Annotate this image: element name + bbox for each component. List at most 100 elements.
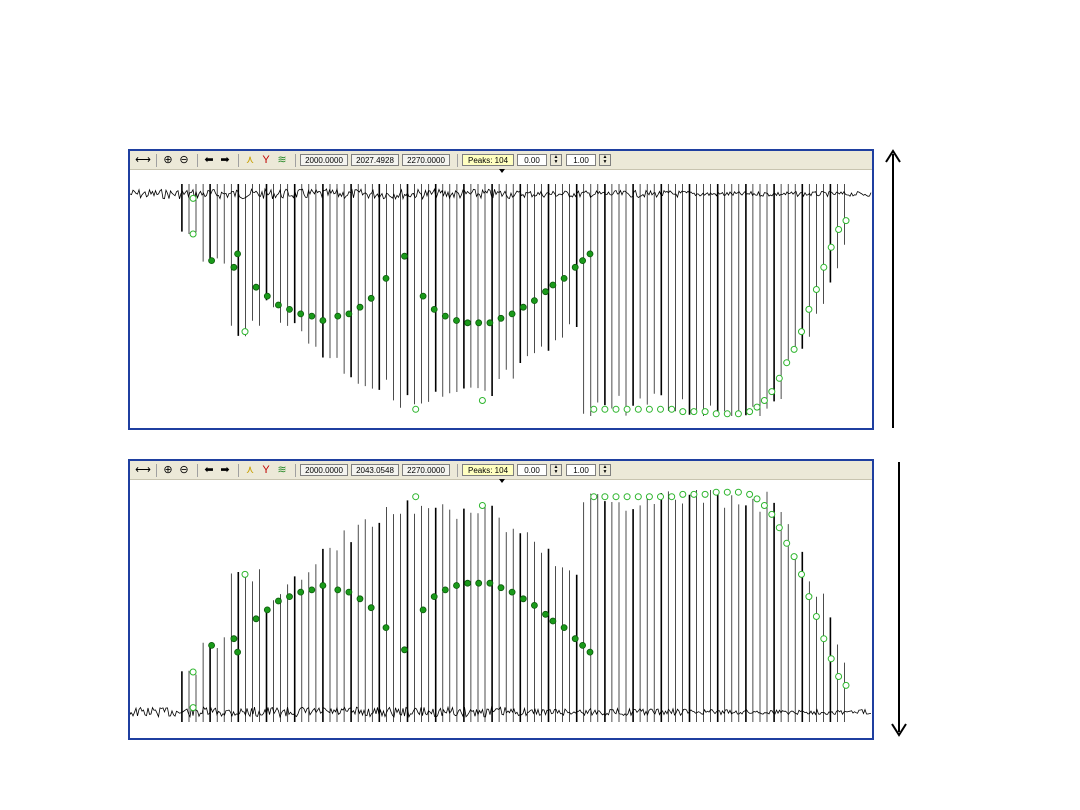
offset-spinner[interactable]: ▲ ▼ <box>550 464 562 476</box>
range-end-field[interactable]: 2270.0000 <box>402 464 450 476</box>
hollow-peak-marker <box>612 493 620 501</box>
hollow-peak-marker <box>827 243 835 251</box>
scale-spinner[interactable]: ▲ ▼ <box>599 154 611 166</box>
cursor-position-field[interactable]: 2027.4928 <box>351 154 399 166</box>
hollow-peak-marker <box>712 488 720 496</box>
peak-pick-icon[interactable]: ⋏ <box>243 153 257 167</box>
filled-peak-marker <box>286 305 293 313</box>
hollow-peak-marker <box>645 405 653 413</box>
arrow-left-icon[interactable]: ⬅ <box>202 463 216 477</box>
range-start-field[interactable]: 2000.0000 <box>300 154 348 166</box>
hollow-peak-marker <box>820 263 828 271</box>
peaks-count-field: Peaks: 104 <box>462 464 514 476</box>
filled-peak-marker <box>486 319 494 327</box>
multi-peak-icon[interactable]: ≋ <box>275 463 289 477</box>
filled-peak-marker <box>297 588 305 596</box>
filled-peak-marker <box>208 257 215 264</box>
hollow-peak-marker <box>241 570 249 578</box>
range-start-field[interactable]: 2000.0000 <box>300 464 348 476</box>
filled-peak-marker <box>263 606 271 614</box>
hollow-peak-marker <box>690 408 698 416</box>
hollow-peak-marker <box>798 570 805 578</box>
hollow-peak-marker <box>753 495 761 503</box>
hollow-peak-marker <box>812 613 820 620</box>
spectrum-plot-bottom <box>130 488 872 722</box>
hollow-peak-marker <box>668 405 676 413</box>
range-end-field[interactable]: 2270.0000 <box>402 154 450 166</box>
filled-peak-marker <box>252 615 260 623</box>
filled-peak-marker <box>334 586 342 594</box>
hollow-peak-marker <box>775 524 783 532</box>
hollow-peak-marker <box>412 405 420 413</box>
arrow-left-icon[interactable]: ⬅ <box>202 153 216 167</box>
hollow-peak-marker <box>657 405 664 413</box>
scale-input[interactable]: 1.00 <box>566 464 596 476</box>
filled-peak-marker <box>464 579 472 587</box>
marker-icon[interactable]: Y <box>259 463 273 477</box>
filled-peak-marker <box>497 314 505 322</box>
hollow-peak-marker <box>189 704 197 712</box>
filled-peak-marker <box>579 641 587 649</box>
filled-peak-marker <box>367 294 375 302</box>
hollow-peak-marker <box>734 488 742 496</box>
hollow-peak-marker <box>842 217 850 225</box>
hollow-peak-marker <box>478 502 486 509</box>
scale-input[interactable]: 1.00 <box>566 154 596 166</box>
filled-peak-marker <box>508 310 516 318</box>
hollow-peak-marker <box>612 405 620 413</box>
offset-input[interactable]: 0.00 <box>517 154 547 166</box>
multi-peak-icon[interactable]: ≋ <box>275 153 289 167</box>
toolbar-separator <box>238 153 239 167</box>
arrow-right-icon[interactable]: ➡ <box>218 153 232 167</box>
arrow-right-icon[interactable]: ➡ <box>218 463 232 477</box>
hollow-peak-marker <box>712 410 720 418</box>
filled-peak-marker <box>334 312 342 320</box>
filled-peak-marker <box>319 317 327 324</box>
hollow-peak-marker <box>601 493 609 501</box>
hollow-peak-marker <box>701 490 709 498</box>
zoom-out-icon[interactable]: ⊖ <box>177 153 191 167</box>
zoom-out-icon[interactable]: ⊖ <box>177 463 191 477</box>
filled-peak-marker <box>508 588 516 596</box>
hollow-peak-marker <box>723 410 731 418</box>
zoom-in-icon[interactable]: ⊕ <box>161 153 175 167</box>
hollow-peak-marker <box>790 345 798 353</box>
hollow-peak-marker <box>657 493 664 501</box>
spectrum-panel-top: ⟷ ⊕ ⊖ ⬅ ➡ ⋏ Y ≋ 2000.0000 2027.4928 2270… <box>128 149 874 430</box>
filled-peak-marker <box>497 584 505 592</box>
marker-icon[interactable]: Y <box>259 153 273 167</box>
filled-peak-marker <box>579 257 587 264</box>
filled-peak-marker <box>274 597 282 605</box>
hollow-peak-marker <box>189 668 197 676</box>
filled-peak-marker <box>586 648 594 656</box>
hollow-peak-marker <box>723 488 731 496</box>
hollow-peak-marker <box>835 226 843 233</box>
filled-peak-marker <box>549 281 557 289</box>
filled-peak-marker <box>549 617 557 625</box>
toolbar-separator <box>197 463 198 477</box>
scale-spinner[interactable]: ▲ ▼ <box>599 464 611 476</box>
hollow-peak-marker <box>478 397 486 404</box>
peak-pick-icon[interactable]: ⋏ <box>243 463 257 477</box>
filled-peak-marker <box>475 319 483 327</box>
hollow-peak-marker <box>679 408 687 416</box>
zoom-in-icon[interactable]: ⊕ <box>161 463 175 477</box>
fit-width-icon[interactable]: ⟷ <box>135 463 151 477</box>
filled-peak-marker <box>560 624 568 632</box>
offset-input[interactable]: 0.00 <box>517 464 547 476</box>
spectrum-plot-top <box>130 184 872 418</box>
cursor-position-field[interactable]: 2043.0548 <box>351 464 399 476</box>
offset-spinner[interactable]: ▲ ▼ <box>550 154 562 166</box>
hollow-peak-marker <box>746 408 754 416</box>
filled-peak-marker <box>356 595 364 603</box>
filled-peak-marker <box>263 292 271 300</box>
filled-peak-marker <box>308 312 316 320</box>
toolbar-separator <box>197 153 198 167</box>
filled-peak-marker <box>401 646 408 654</box>
fit-width-icon[interactable]: ⟷ <box>135 153 151 167</box>
hollow-peak-marker <box>634 405 642 413</box>
filled-peak-marker <box>453 582 460 589</box>
peaks-count-field: Peaks: 104 <box>462 154 514 166</box>
filled-peak-marker <box>252 283 260 291</box>
filled-peak-marker <box>560 275 568 282</box>
